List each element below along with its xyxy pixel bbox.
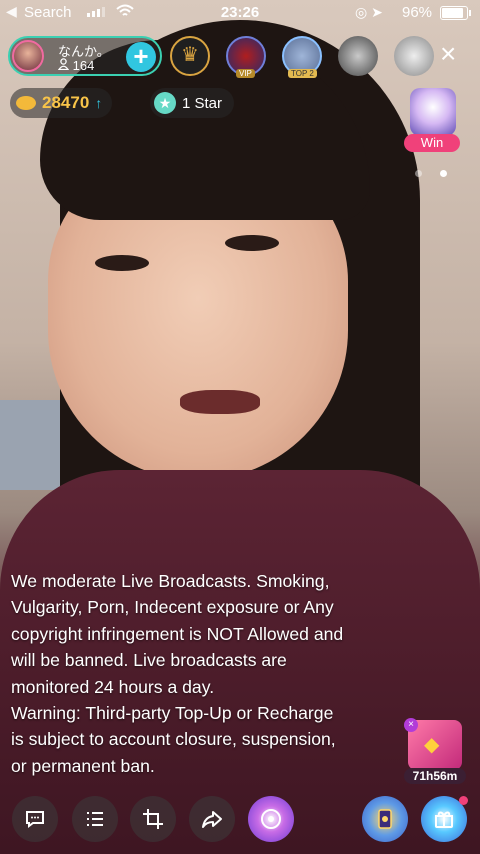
share-icon [202,811,222,828]
host-avatar[interactable] [12,40,44,72]
arrow-up-icon: ↑ [95,95,103,111]
close-icon[interactable]: × [440,40,456,68]
win-event-icon [410,88,456,136]
follow-button[interactable]: + [126,42,156,72]
background-wall [0,400,60,490]
status-bar: ◀ Search 23:26 ◎ ➤ 96% [0,0,480,26]
music-button[interactable] [248,796,294,842]
battery-percent: 96% [402,4,433,21]
carousel-dots [415,170,447,177]
battery-fill [442,8,464,18]
crop-icon [143,809,163,829]
menu-button[interactable] [72,796,118,842]
broadcaster-eye [95,255,149,271]
top-viewer-avatar-1[interactable]: VIP [226,36,266,78]
moderation-notice: We moderate Live Broadcasts. Smoking, Vu… [11,571,344,776]
location-lock-icons: ◎ ➤ [355,4,383,20]
viewer-count: 164 [57,58,95,73]
lucky-card-timer: 71h56m [404,768,466,784]
lucky-card-close-icon[interactable]: × [404,718,418,732]
music-disc-icon [261,809,281,829]
notification-dot [459,796,468,805]
top-viewer-avatar-4[interactable] [394,36,434,76]
top-viewer-avatar-2[interactable]: TOP 2 [282,36,322,78]
gift-button[interactable] [421,796,468,842]
lucky-card-widget[interactable]: ◆ × 71h56m [404,718,466,784]
share-button[interactable] [189,796,235,842]
chat-icon [26,811,44,828]
tarot-game-button[interactable] [362,796,408,842]
carousel-dot [415,170,422,177]
vip-tag: VIP [236,69,255,78]
tarot-card-icon [378,809,392,829]
viewer-count-value: 164 [72,58,95,73]
top-viewer-avatar-3[interactable] [338,36,378,76]
stars-label: 1 Star [182,94,223,112]
carousel-dot-active [440,170,447,177]
gem-icon: ◆ [424,734,440,756]
ranking-crown-icon[interactable]: ♛ [170,36,210,76]
coins-balance[interactable]: 28470 ↑ [10,88,113,118]
list-icon [87,812,103,826]
person-icon [57,58,70,71]
battery-icon [440,6,471,20]
gift-icon [435,811,453,828]
top-rank-tag: TOP 2 [288,69,317,78]
chat-button[interactable] [12,796,58,842]
host-info-chip[interactable]: なんか。 164 + [8,36,162,76]
broadcaster-eye [225,235,279,251]
stars-badge[interactable]: ★ 1 Star [150,88,235,118]
coin-icon [16,96,36,110]
win-event-widget[interactable]: Win [404,88,460,152]
broadcaster-mouth [180,390,260,414]
win-label: Win [404,134,460,152]
star-icon: ★ [154,92,176,114]
coins-value: 28470 [42,93,90,112]
crop-button[interactable] [130,796,176,842]
